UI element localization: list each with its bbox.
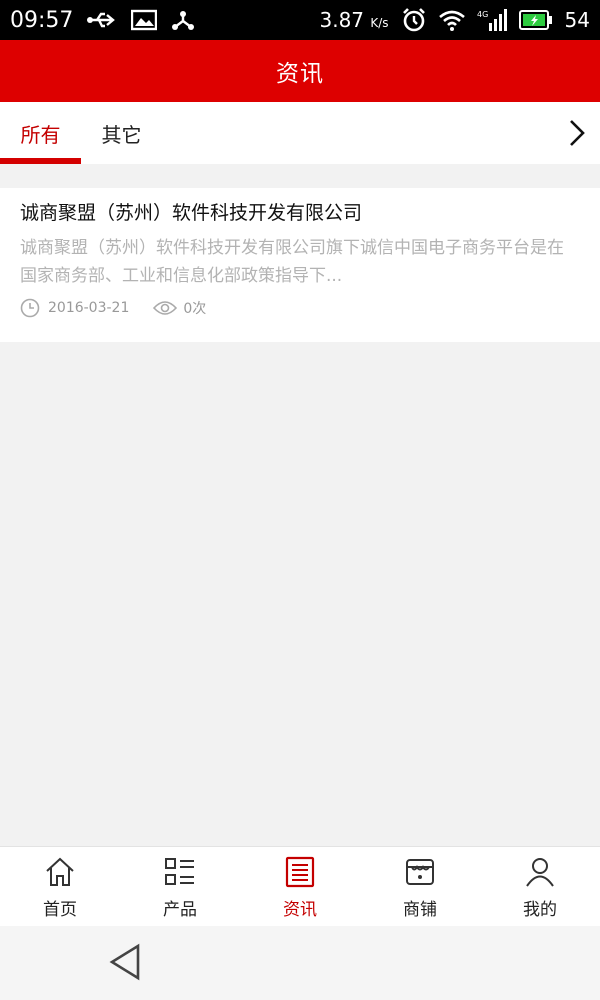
chevron-right-icon [570,120,585,146]
alarm-icon [401,7,427,33]
signal-icon: 4G [477,9,507,31]
nav-label: 我的 [523,900,557,920]
nav-shop[interactable]: 商铺 [360,847,480,926]
clock-icon [20,298,40,318]
system-nav-bar [0,926,600,1000]
page-title: 资讯 [276,61,324,87]
network-speed: 3.87 K/s [319,8,389,32]
nav-home[interactable]: 首页 [0,847,120,926]
news-views: 0次 [153,298,206,318]
back-button[interactable] [106,942,146,982]
bottom-nav: 首页 产品 资讯 商铺 我的 [0,846,600,926]
nav-me[interactable]: 我的 [480,847,600,926]
nav-label: 资讯 [283,900,317,920]
tab-label: 所有 [20,122,61,147]
news-meta: 2016-03-21 0次 [20,298,206,318]
tab-label: 其它 [101,122,142,147]
nav-products[interactable]: 产品 [120,847,240,926]
nav-news[interactable]: 资讯 [240,847,360,926]
news-item[interactable]: 诚商聚盟（苏州）软件科技开发有限公司 诚商聚盟（苏州）软件科技开发有限公司旗下诚… [0,188,600,342]
svg-text:4G: 4G [477,10,488,19]
battery-icon [518,10,553,30]
status-time: 09:57 [10,7,74,33]
list-icon [165,858,194,885]
store-icon [406,859,434,885]
tab-all[interactable]: 所有 [0,102,81,164]
news-date: 2016-03-21 [48,300,130,316]
status-bar: 09:57 3.87 K/s 4G 54 [0,0,600,40]
nav-label: 首页 [43,900,77,920]
news-view-count: 0次 [183,301,207,317]
battery-level: 54 [564,8,590,32]
app-bar: 资讯 [0,40,600,102]
more-tabs-button[interactable] [554,102,600,164]
eye-icon [153,301,178,315]
news-summary: 诚商聚盟（苏州）软件科技开发有限公司旗下诚信中国电子商务平台是在国家商务部、工业… [20,238,564,286]
category-tabs: 所有 其它 [0,102,600,164]
tab-other[interactable]: 其它 [81,102,162,164]
nav-label: 商铺 [403,900,437,920]
back-triangle-icon [109,943,140,981]
wifi-icon [438,9,465,31]
user-icon [526,858,554,887]
nav-label: 产品 [163,900,197,920]
usb-icon [87,10,117,30]
share-node-icon [171,8,195,32]
news-title: 诚商聚盟（苏州）软件科技开发有限公司 [20,202,363,224]
news-icon [285,856,315,888]
home-icon [46,857,74,886]
image-icon [131,9,158,31]
